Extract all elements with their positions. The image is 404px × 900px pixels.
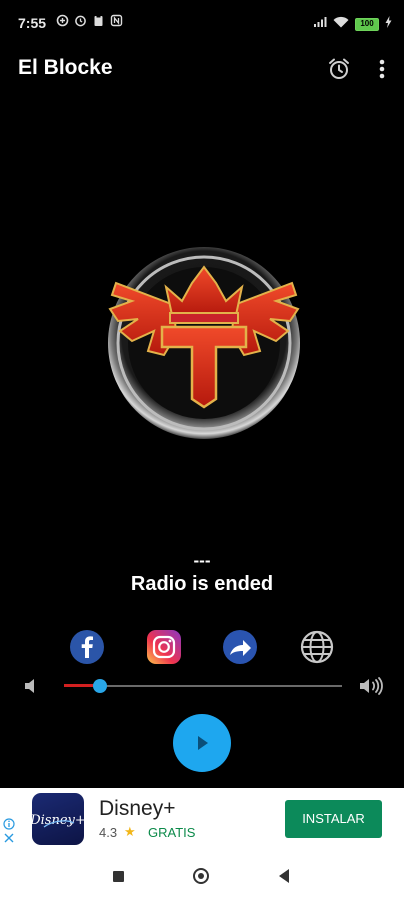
track-title: ---	[193, 551, 211, 570]
status-system-icons: 100	[313, 15, 392, 33]
alarm-icon	[74, 14, 87, 27]
clipboard-icon	[92, 14, 105, 27]
play-icon	[198, 736, 208, 750]
volume-slider[interactable]	[64, 679, 342, 693]
facebook-button[interactable]	[68, 628, 106, 666]
status-time: 7:55	[18, 15, 47, 31]
volume-high-icon	[360, 677, 383, 695]
playback-status: Radio is ended	[130, 573, 274, 595]
overflow-menu-button[interactable]	[372, 56, 392, 82]
ad-app-name: Disney+	[99, 797, 176, 820]
ad-choices-icon[interactable]	[3, 818, 15, 849]
play-button[interactable]	[173, 714, 231, 772]
home-button[interactable]	[193, 868, 209, 884]
website-button[interactable]	[298, 628, 336, 666]
alarm-clock-icon	[329, 58, 349, 79]
facebook-icon	[70, 630, 104, 664]
volume-down-button[interactable]	[20, 675, 42, 697]
nfc-icon	[110, 14, 123, 27]
charging-icon	[385, 15, 392, 33]
recents-button[interactable]	[113, 871, 124, 882]
status-bar: 7:55 100	[0, 0, 404, 48]
globe-icon	[300, 630, 334, 664]
data-saver-icon	[56, 14, 69, 27]
ad-banner[interactable]: Disney+ Disney+ 4.3 ★ GRATIS INSTALAR	[0, 788, 404, 852]
share-icon	[223, 630, 257, 664]
battery-icon: 100	[355, 17, 379, 31]
ad-app-icon[interactable]: Disney+	[29, 793, 86, 845]
volume-low-icon	[25, 679, 34, 693]
ad-logo-text: Disney+	[32, 813, 84, 828]
instagram-icon	[147, 630, 181, 664]
more-vert-icon	[379, 59, 385, 79]
volume-slider-thumb[interactable]	[93, 679, 107, 693]
station-logo	[104, 243, 304, 443]
volume-up-button[interactable]	[357, 675, 385, 697]
back-button[interactable]	[279, 869, 289, 883]
status-notification-icons	[56, 14, 123, 27]
star-icon: ★	[124, 824, 136, 839]
app-title: El Blocke	[18, 56, 113, 79]
ad-install-button[interactable]: INSTALAR	[285, 800, 382, 838]
wifi-icon	[333, 15, 349, 33]
ad-rating: 4.3	[99, 825, 118, 840]
instagram-button[interactable]	[145, 628, 183, 666]
navigation-bar	[0, 852, 404, 900]
signal-icon	[313, 15, 327, 33]
sleep-timer-button[interactable]	[326, 56, 352, 82]
share-button[interactable]	[221, 628, 259, 666]
ad-price: GRATIS	[148, 825, 196, 840]
